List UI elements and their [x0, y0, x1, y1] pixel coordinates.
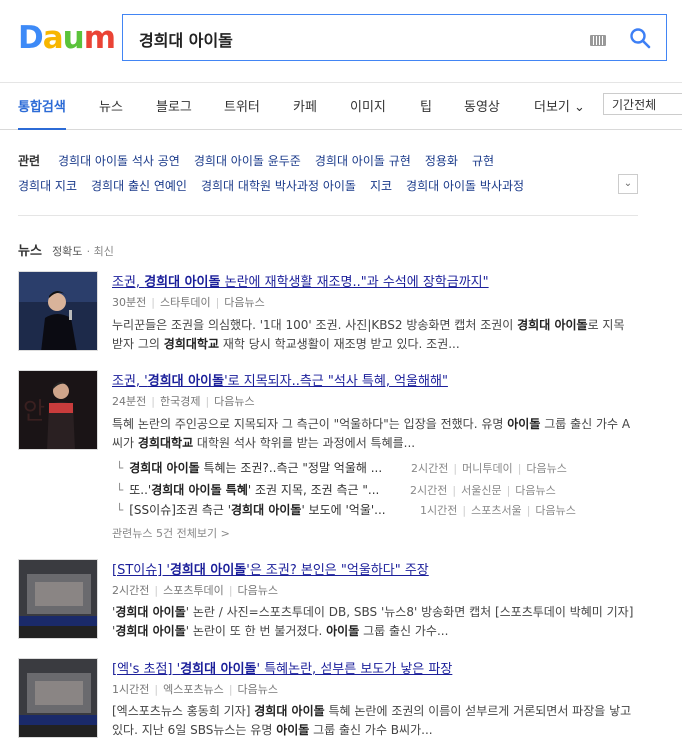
news-source[interactable]: 스타투데이: [160, 296, 211, 309]
news-section-header: 뉴스 정확도 · 최신: [18, 244, 114, 259]
svg-text:안: 안: [23, 397, 45, 425]
news-title-link[interactable]: 조권, 경희대 아이돌 논란에 재학생활 재조명.."과 수석에 장학금까지": [112, 271, 489, 290]
related-news-meta: 1시간전 | 스포츠서울 | 다음뉴스: [420, 504, 576, 517]
search-box: [122, 14, 667, 61]
tab-blog[interactable]: 블로그: [156, 96, 192, 115]
news-thumbnail[interactable]: 안: [18, 370, 98, 450]
news-description: 특혜 논란의 주인공으로 지목되자 그 측근이 "억울하다"는 입장을 전했다.…: [112, 417, 631, 450]
daum-logo[interactable]: Daum: [18, 20, 116, 56]
related-keyword[interactable]: 경희대 지코: [18, 179, 77, 193]
news-description: 누리꾼들은 조권을 의심했다. '1대 100' 조권. 사진|KBS2 방송화…: [112, 318, 625, 351]
tab-more[interactable]: 더보기 ⌄: [534, 96, 585, 115]
sort-accuracy[interactable]: 정확도: [52, 245, 82, 258]
chevron-down-icon[interactable]: ⌄: [618, 174, 638, 194]
news-source[interactable]: 스포츠투데이: [163, 584, 224, 597]
news-title-link[interactable]: 조권, '경희대 아이돌'로 지목되자..측근 "석사 특혜, 억울해해": [112, 370, 448, 389]
news-thumbnail[interactable]: [18, 559, 98, 639]
news-title-link[interactable]: [ST이슈] '경희대 아이돌'은 조권? 본인은 "억울하다" 주장: [112, 559, 429, 578]
logo-letter: a: [42, 20, 64, 56]
related-keyword[interactable]: 경희대 아이돌 석사 공연: [58, 154, 180, 168]
related-label: 관련: [18, 154, 41, 168]
tab-video[interactable]: 동영상: [464, 96, 500, 115]
tab-integrated[interactable]: 통합검색: [18, 96, 66, 130]
news-section-title: 뉴스: [18, 244, 42, 259]
tab-image[interactable]: 이미지: [350, 96, 386, 115]
tab-twitter[interactable]: 트위터: [224, 96, 260, 115]
news-source[interactable]: 한국경제: [160, 395, 200, 408]
news-via[interactable]: 다음뉴스: [238, 584, 278, 597]
related-news-item[interactable]: └ 또..'경희대 아이돌 특혜' 조권 지목, 조권 측근 "...: [116, 481, 379, 498]
news-meta: 24분전 | 한국경제 | 다음뉴스: [112, 395, 255, 408]
news-title-link[interactable]: [엑's 초점] '경희대 아이돌' 특혜논란, 섣부른 보도가 낳은 파장: [112, 658, 452, 677]
related-keyword[interactable]: 경희대 대학원 박사과정 아이돌: [201, 179, 356, 193]
tab-tip[interactable]: 팁: [420, 96, 432, 115]
related-news-more-link[interactable]: 관련뉴스 5건 전체보기 >: [112, 525, 230, 541]
news-thumbnail[interactable]: [18, 658, 98, 738]
news-source[interactable]: 엑스포츠뉴스: [163, 683, 224, 696]
tab-news[interactable]: 뉴스: [99, 96, 123, 115]
logo-letter: D: [18, 20, 44, 56]
news-meta: 2시간전 | 스포츠투데이 | 다음뉴스: [112, 584, 279, 597]
related-news-item[interactable]: └ [SS이슈]조권 측근 '경희대 아이돌' 보도에 '억울'...: [116, 501, 386, 518]
period-select[interactable]: 기간전체: [603, 93, 682, 115]
tab-cafe[interactable]: 카페: [293, 96, 317, 115]
related-keyword[interactable]: 경희대 아이돌 박사과정: [406, 179, 524, 193]
news-description: '경희대 아이돌' 논란 / 사진=스포츠투데이 DB, SBS '뉴스8' 방…: [112, 605, 634, 638]
related-keyword[interactable]: 경희대 아이돌 윤두준: [194, 154, 301, 168]
related-news-meta: 2시간전 | 머니투데이 | 다음뉴스: [411, 462, 567, 475]
news-via[interactable]: 다음뉴스: [238, 683, 278, 696]
search-tabs: 통합검색 뉴스 블로그 트위터 카페 이미지 팁 동영상 더보기 ⌄ 기간전체: [0, 82, 682, 130]
related-keyword[interactable]: 정용화: [425, 154, 458, 168]
news-description: [엑스포츠뉴스 홍동희 기자] 경희대 아이돌 특혜 논란에 조권의 이름이 섣…: [112, 704, 632, 737]
related-keyword[interactable]: 지코: [370, 179, 392, 193]
sort-latest[interactable]: 최신: [94, 245, 114, 258]
divider: [18, 215, 638, 216]
related-keyword[interactable]: 경희대 아이돌 규현: [315, 154, 411, 168]
search-input[interactable]: [137, 25, 571, 53]
related-news-item[interactable]: └ 경희대 아이돌 특혜는 조권?..측근 "정말 억울해 ...: [116, 459, 382, 476]
related-news-meta: 2시간전 | 서울신문 | 다음뉴스: [410, 484, 556, 497]
keyboard-icon[interactable]: [590, 35, 606, 46]
news-via[interactable]: 다음뉴스: [214, 395, 254, 408]
news-meta: 1시간전 | 엑스포츠뉴스 | 다음뉴스: [112, 683, 279, 696]
search-icon[interactable]: [628, 26, 652, 50]
related-keyword[interactable]: 규현: [472, 154, 494, 168]
news-via[interactable]: 다음뉴스: [224, 296, 264, 309]
related-keyword[interactable]: 경희대 출신 연예인: [91, 179, 187, 193]
logo-letter: u: [62, 20, 85, 56]
news-thumbnail[interactable]: [18, 271, 98, 351]
logo-letter: m: [83, 20, 116, 56]
news-meta: 30분전 | 스타투데이 | 다음뉴스: [112, 296, 265, 309]
